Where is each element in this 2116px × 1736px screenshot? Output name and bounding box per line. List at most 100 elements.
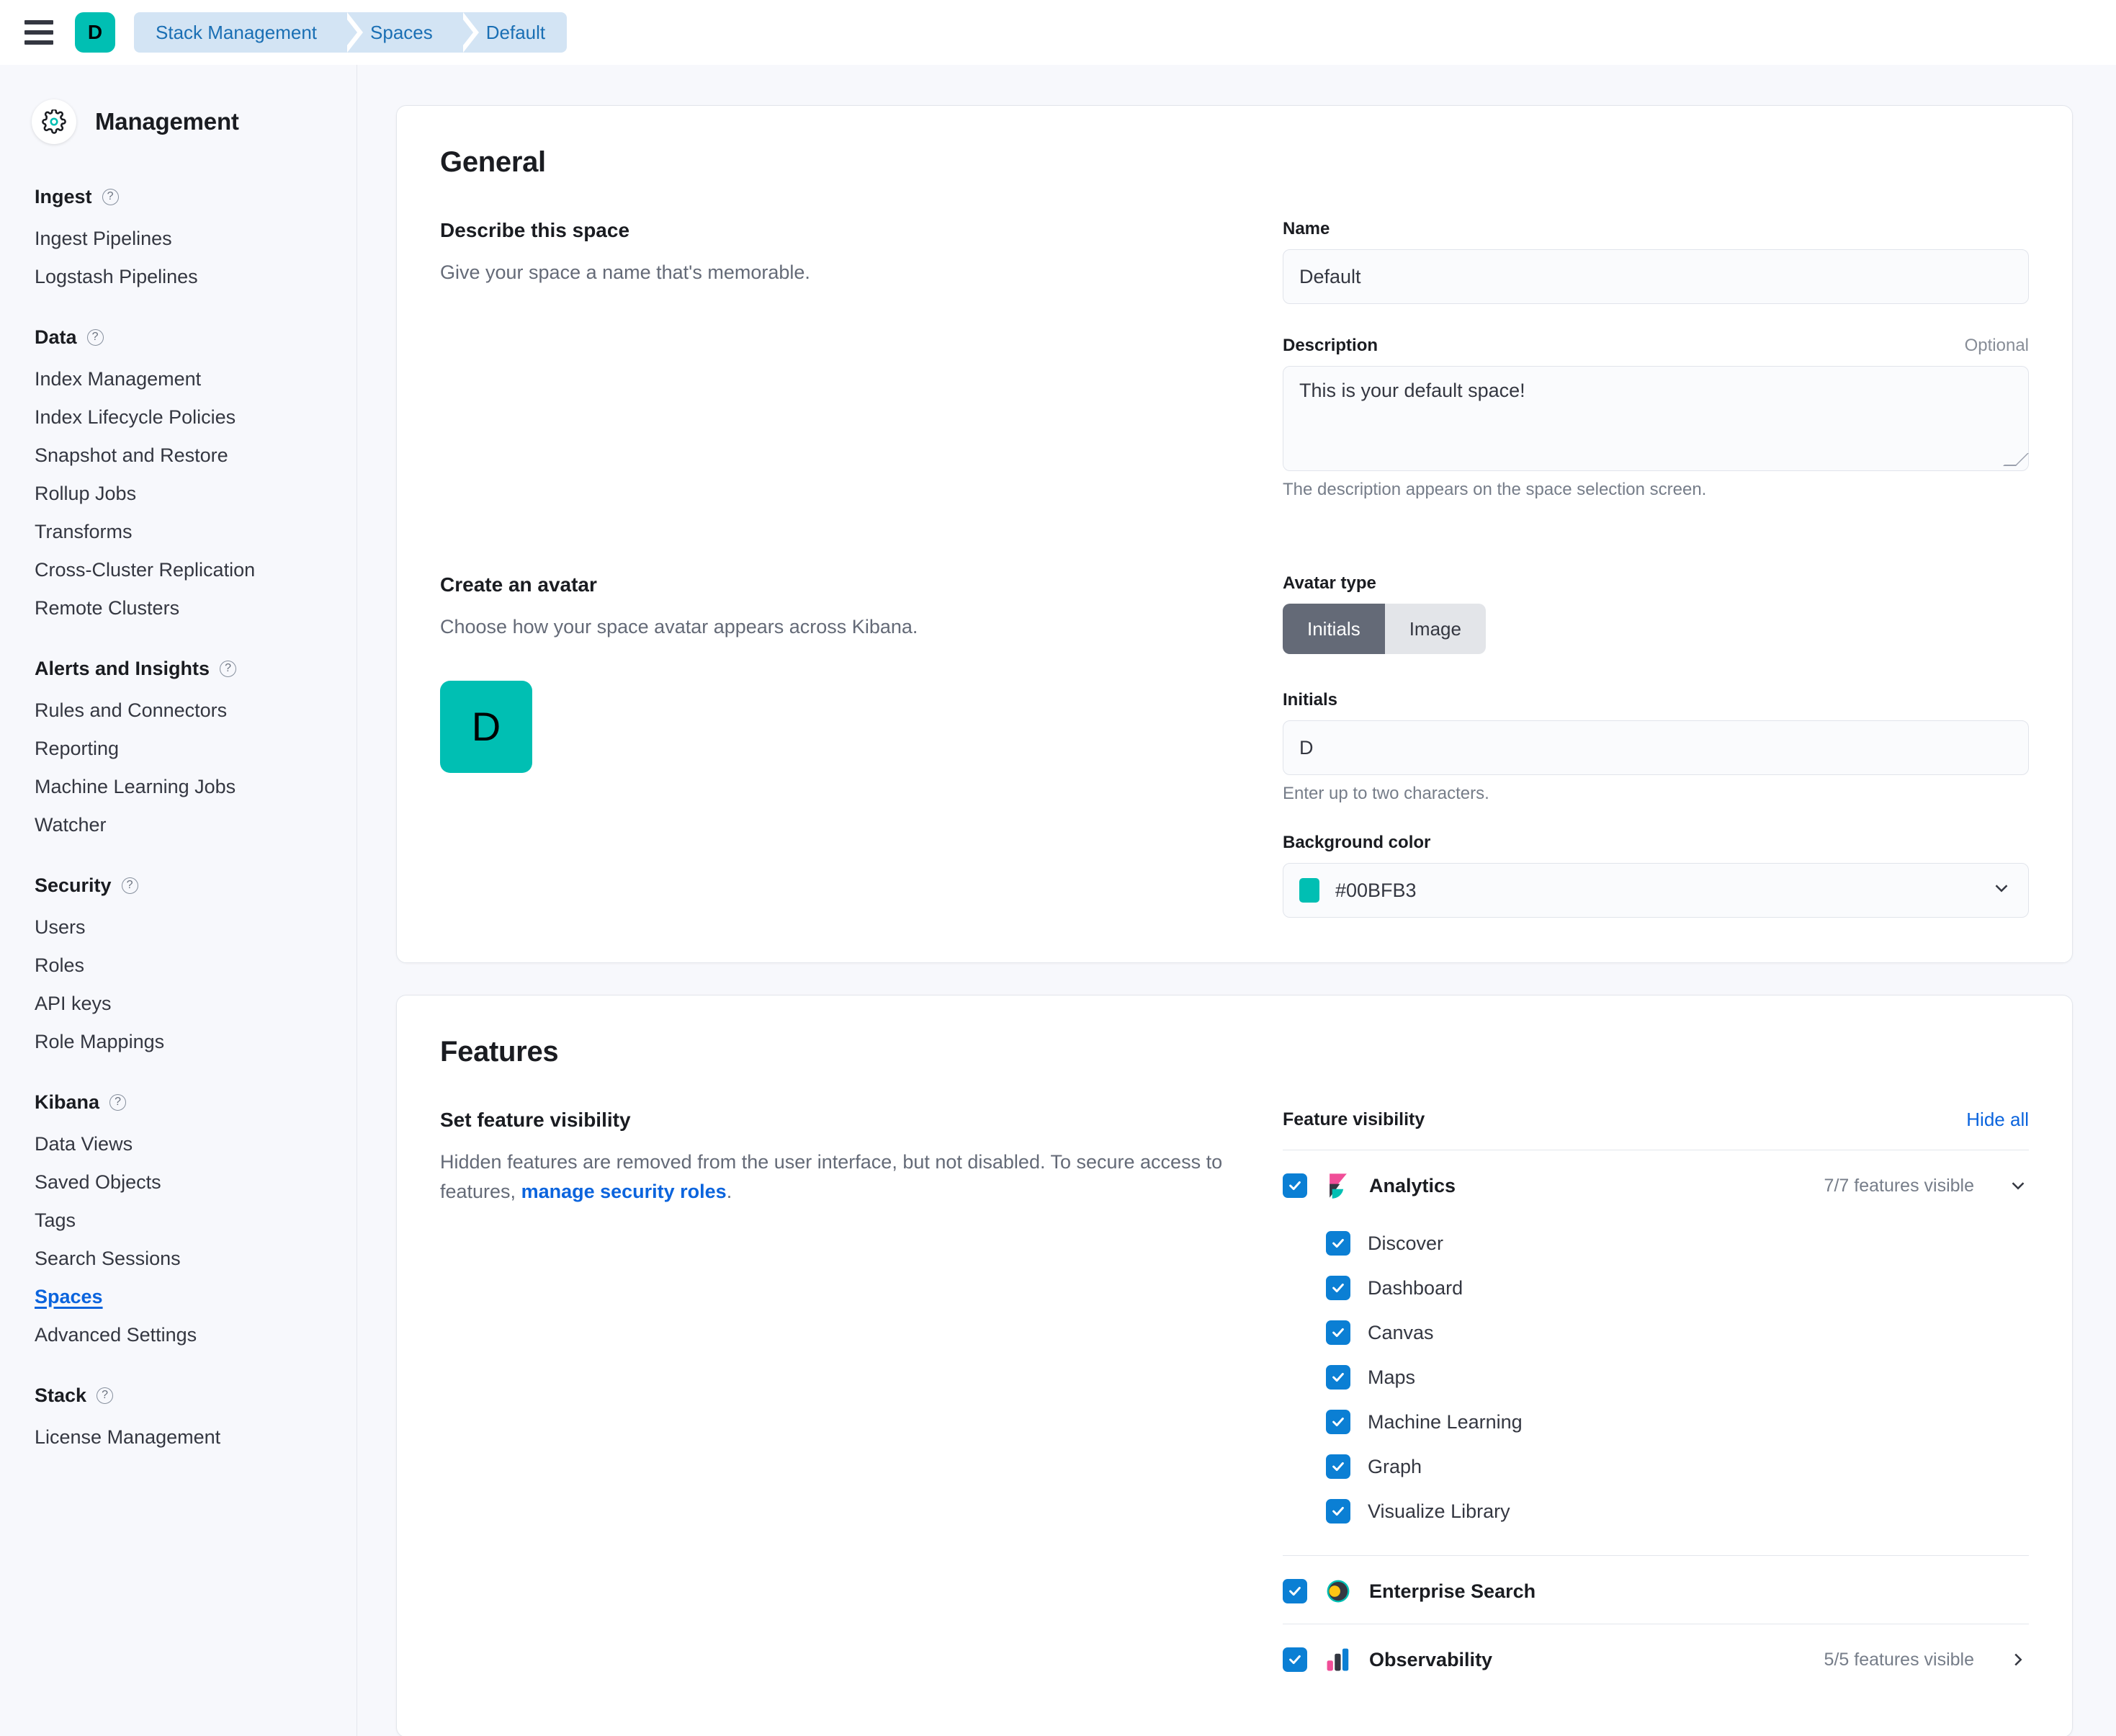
dashboard-checkbox[interactable] [1326,1276,1350,1300]
feature-group-analytics[interactable]: Analytics 7/7 features visible [1283,1150,2029,1218]
sidebar-group-title: Ingest ? [0,186,357,220]
avatar-form: Avatar type Initials Image Initials D En… [1283,573,2029,918]
feature-item-visualize-library[interactable]: Visualize Library [1326,1489,2029,1534]
sidebar-item-spaces[interactable]: Spaces [0,1278,357,1316]
chevron-down-icon[interactable] [2007,1175,2029,1196]
help-icon[interactable]: ? [122,877,138,894]
sidebar-item-role-mappings[interactable]: Role Mappings [0,1023,357,1061]
feature-item-machine-learning[interactable]: Machine Learning [1326,1400,2029,1444]
name-label-row: Name [1283,219,2029,239]
feature-item-graph[interactable]: Graph [1326,1444,2029,1489]
sidebar-item-tags[interactable]: Tags [0,1202,357,1240]
features-panel: Features Set feature visibility Hidden f… [396,995,2073,1736]
sidebar-item-machine-learning-jobs[interactable]: Machine Learning Jobs [0,768,357,806]
sidebar-item-rollup-jobs[interactable]: Rollup Jobs [0,475,357,513]
sidebar-item-roles[interactable]: Roles [0,947,357,985]
observability-group-label: Observability [1369,1649,1492,1671]
feature-visibility-list: Feature visibility Hide all [1283,1109,2029,1692]
help-icon[interactable]: ? [220,661,236,677]
analytics-group-checkbox[interactable] [1283,1173,1307,1198]
help-icon[interactable]: ? [109,1094,126,1111]
breadcrumb-item-stack-management[interactable]: Stack Management [134,12,341,53]
app-shell: Management Ingest ? Ingest Pipelines Log… [0,65,2116,1736]
avatar-preview[interactable]: D [440,681,532,773]
feature-item-maps[interactable]: Maps [1326,1355,2029,1400]
describe-space-text: Describe this space Give your space a na… [440,219,1232,287]
manage-security-roles-link[interactable]: manage security roles [521,1181,727,1202]
feature-group-observability[interactable]: Observability 5/5 features visible [1283,1624,2029,1692]
sidebar-group-alerts-and-insights: Alerts and Insights ? Rules and Connecto… [0,658,357,844]
sidebar-group-title: Kibana ? [0,1091,357,1125]
sidebar-group-label: Security [35,874,112,897]
feature-item-canvas[interactable]: Canvas [1326,1310,2029,1355]
sidebar-item-users[interactable]: Users [0,908,357,947]
sidebar-item-cross-cluster-replication[interactable]: Cross-Cluster Replication [0,551,357,589]
hide-all-link[interactable]: Hide all [1966,1109,2029,1131]
background-color-value: #00BFB3 [1335,880,1417,902]
space-avatar-badge[interactable]: D [75,12,115,53]
hamburger-bar [24,40,53,45]
sidebar-item-search-sessions[interactable]: Search Sessions [0,1240,357,1278]
sidebar-item-saved-objects[interactable]: Saved Objects [0,1163,357,1202]
sidebar-group-title: Security ? [0,874,357,908]
sidebar-item-rules-and-connectors[interactable]: Rules and Connectors [0,692,357,730]
canvas-checkbox[interactable] [1326,1320,1350,1345]
hamburger-menu-icon[interactable] [24,17,56,48]
avatar-type-initials-button[interactable]: Initials [1283,604,1385,654]
maps-checkbox[interactable] [1326,1365,1350,1390]
name-input[interactable]: Default [1283,249,2029,304]
visualize-library-checkbox[interactable] [1326,1499,1350,1524]
feature-label: Graph [1368,1456,1422,1478]
create-avatar-row: Create an avatar Choose how your space a… [440,573,2029,918]
analytics-feature-items: Discover Dashboard Canvas Maps [1283,1218,2029,1555]
enterprise-search-group-checkbox[interactable] [1283,1579,1307,1603]
discover-checkbox[interactable] [1326,1231,1350,1256]
graph-checkbox[interactable] [1326,1454,1350,1479]
feature-item-dashboard[interactable]: Dashboard [1326,1266,2029,1310]
background-color-select[interactable]: #00BFB3 [1283,863,2029,918]
color-swatch-icon [1299,878,1319,903]
sidebar-item-index-management[interactable]: Index Management [0,360,357,398]
analytics-feature-count: 7/7 features visible [1824,1176,1974,1196]
enterprise-search-logo-icon [1324,1578,1352,1605]
chevron-right-icon[interactable] [2007,1649,2029,1670]
management-sidebar: Management Ingest ? Ingest Pipelines Log… [0,65,357,1736]
machine-learning-checkbox[interactable] [1326,1410,1350,1434]
sidebar-item-remote-clusters[interactable]: Remote Clusters [0,589,357,627]
observability-group-checkbox[interactable] [1283,1647,1307,1672]
feature-visibility-label: Feature visibility [1283,1109,1425,1130]
sidebar-item-api-keys[interactable]: API keys [0,985,357,1023]
description-textarea[interactable]: This is your default space! [1283,366,2029,471]
feature-label: Canvas [1368,1322,1434,1344]
create-avatar-text: Create an avatar Choose how your space a… [440,573,1232,773]
help-icon[interactable]: ? [97,1387,113,1404]
initials-label: Initials [1283,690,2029,710]
sidebar-item-ingest-pipelines[interactable]: Ingest Pipelines [0,220,357,258]
feature-item-discover[interactable]: Discover [1326,1221,2029,1266]
feature-group-enterprise-search[interactable]: Enterprise Search [1283,1556,2029,1624]
sidebar-item-license-management[interactable]: License Management [0,1418,357,1457]
initials-field-group: Initials D Enter up to two characters. [1283,690,2029,804]
name-field-group: Name Default [1283,219,2029,304]
sidebar-item-transforms[interactable]: Transforms [0,513,357,551]
sidebar-item-advanced-settings[interactable]: Advanced Settings [0,1316,357,1354]
sidebar-item-index-lifecycle-policies[interactable]: Index Lifecycle Policies [0,398,357,437]
avatar-type-image-button[interactable]: Image [1385,604,1486,654]
sidebar-group-label: Stack [35,1384,86,1407]
top-navigation-bar: D Stack Management Spaces Default [0,0,2116,65]
initials-input[interactable]: D [1283,720,2029,775]
help-icon[interactable]: ? [102,189,119,205]
chevron-down-icon [1991,877,2012,904]
sidebar-item-reporting[interactable]: Reporting [0,730,357,768]
avatar-type-label: Avatar type [1283,573,2029,594]
general-heading: General [440,146,2029,179]
help-icon[interactable]: ? [87,329,104,346]
feature-label: Discover [1368,1232,1443,1255]
sidebar-item-data-views[interactable]: Data Views [0,1125,357,1163]
sidebar-group-label: Kibana [35,1091,99,1114]
sidebar-item-snapshot-and-restore[interactable]: Snapshot and Restore [0,437,357,475]
sidebar-group-label: Alerts and Insights [35,658,210,680]
sidebar-item-logstash-pipelines[interactable]: Logstash Pipelines [0,258,357,296]
sidebar-item-watcher[interactable]: Watcher [0,806,357,844]
feature-label: Dashboard [1368,1277,1463,1299]
